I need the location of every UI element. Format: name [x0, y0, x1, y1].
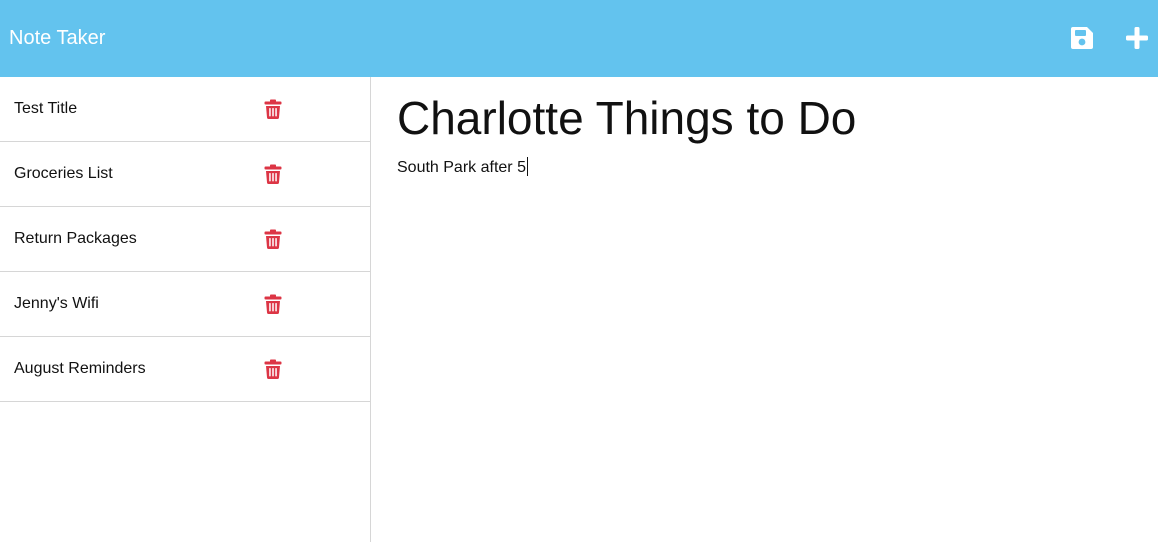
list-item[interactable]: Test Title — [0, 77, 370, 142]
note-title: August Reminders — [14, 360, 146, 377]
trash-icon[interactable] — [264, 229, 282, 249]
trash-icon[interactable] — [264, 164, 282, 184]
trash-icon[interactable] — [264, 359, 282, 379]
text-caret — [526, 157, 528, 176]
note-title: Jenny's Wifi — [14, 295, 99, 312]
note-body-text: South Park after 5 — [397, 159, 526, 176]
note-title: Groceries List — [14, 165, 113, 182]
navbar: Note Taker — [0, 0, 1158, 77]
save-note-button[interactable] — [1070, 26, 1094, 50]
floppy-disk-save-icon — [1071, 27, 1093, 49]
list-item[interactable]: Groceries List — [0, 142, 370, 207]
trash-icon[interactable] — [264, 99, 282, 119]
list-item[interactable]: Jenny's Wifi — [0, 272, 370, 337]
note-title-input[interactable]: Charlotte Things to Do — [397, 91, 856, 145]
note-title: Return Packages — [14, 230, 137, 247]
new-note-button[interactable] — [1125, 26, 1149, 50]
note-text-input[interactable]: South Park after 5 — [397, 157, 528, 178]
list-item[interactable]: Return Packages — [0, 207, 370, 272]
note-title: Test Title — [14, 100, 78, 117]
plus-icon — [1126, 27, 1148, 49]
list-item[interactable]: August Reminders — [0, 337, 370, 402]
note-list: Test Title Groceries List Return Package… — [0, 77, 370, 402]
note-title-text: Charlotte Things to Do — [397, 92, 857, 144]
brand-link[interactable]: Note Taker — [9, 26, 105, 50]
trash-icon[interactable] — [264, 294, 282, 314]
note-list-sidebar: Test Title Groceries List Return Package… — [0, 77, 371, 542]
note-editor: Charlotte Things to Do South Park after … — [371, 77, 1158, 542]
